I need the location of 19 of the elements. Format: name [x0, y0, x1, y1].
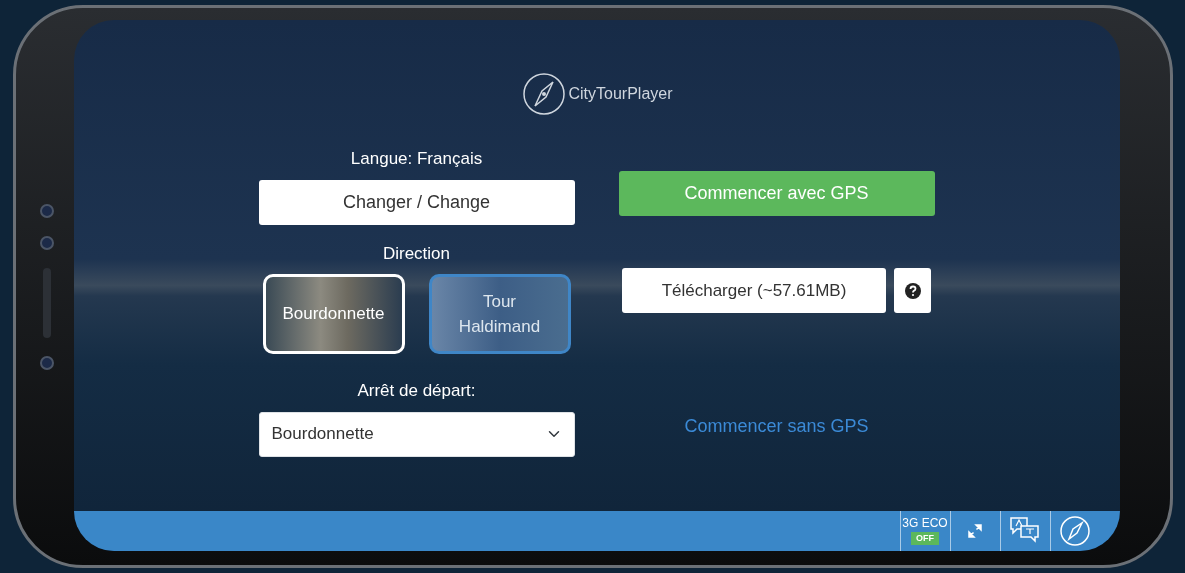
help-button[interactable] [894, 268, 931, 313]
app-logo-text: CityTourPlayer [568, 84, 673, 104]
start-without-gps-link[interactable]: Commencer sans GPS [684, 413, 869, 440]
direction-option[interactable]: Tour Haldimand [428, 274, 571, 354]
translate-chat-icon[interactable] [1009, 516, 1041, 546]
camera-icon [39, 203, 54, 218]
sensor-icon [39, 355, 54, 370]
start-stop-select[interactable]: Bourdonnette [258, 411, 575, 457]
compass-icon[interactable] [1059, 515, 1091, 547]
camera-icon [39, 235, 54, 250]
expand-icon[interactable] [967, 523, 983, 539]
direction-option[interactable]: Bourdonnette [262, 274, 405, 354]
download-button[interactable]: Télécharger (~57.61MB) [622, 268, 886, 313]
start-stop-label: Arrêt de départ: [357, 380, 476, 402]
change-language-button[interactable]: Changer / Change [258, 179, 575, 225]
direction-label: Direction [382, 242, 451, 265]
help-icon [904, 282, 921, 299]
eco-mode-toggle[interactable]: 3G ECO OFF [899, 511, 950, 551]
language-label: Langue: Français [350, 148, 483, 170]
